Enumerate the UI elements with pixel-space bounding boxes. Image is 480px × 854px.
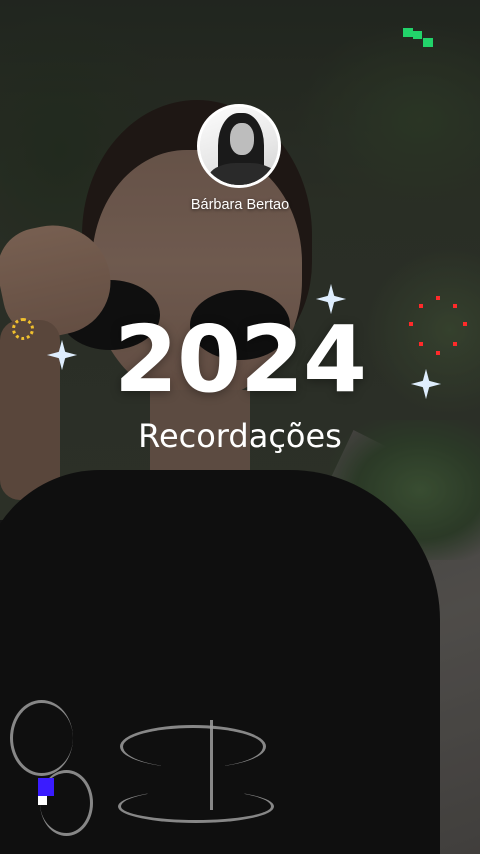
blue-pixel-icon (38, 778, 54, 796)
story-year: 2024 (113, 306, 367, 413)
story-subtitle: Recordações (138, 417, 342, 455)
green-pixel-icon (413, 31, 422, 39)
green-pixel-icon (423, 38, 433, 47)
story-screen[interactable]: Bárbara Bertao 2024 Recordações (0, 0, 480, 854)
green-pixel-icon (403, 28, 413, 37)
white-pixel-icon (38, 796, 47, 805)
profile-avatar[interactable] (197, 104, 281, 188)
profile-name[interactable]: Bárbara Bertao (0, 197, 480, 213)
